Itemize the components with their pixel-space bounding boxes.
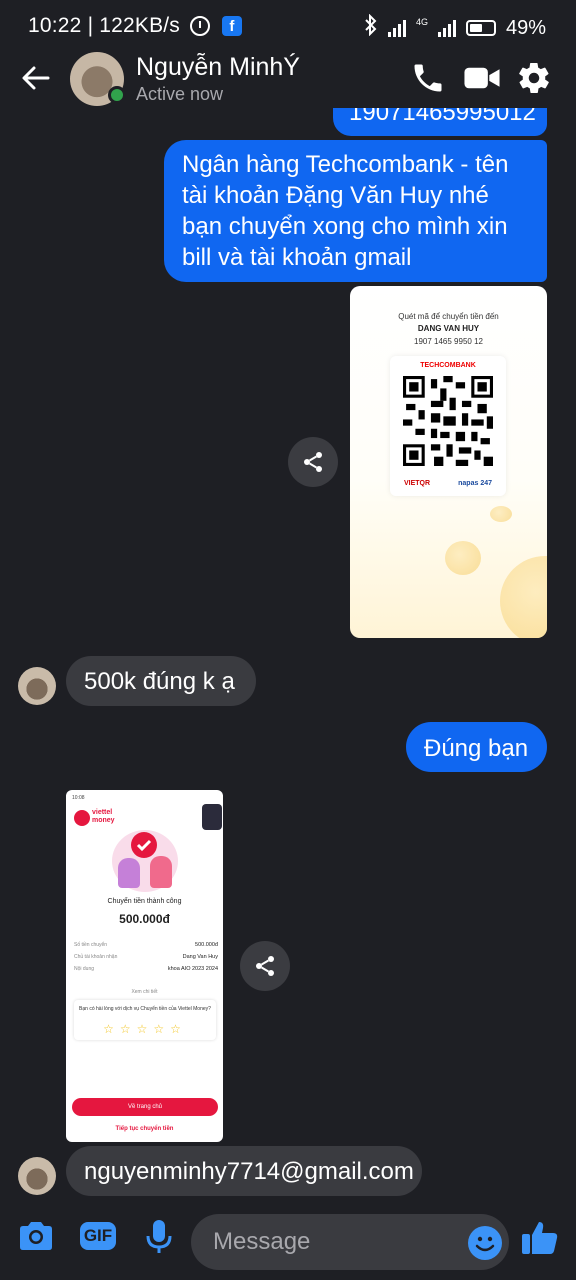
back-arrow-icon[interactable]	[20, 62, 52, 94]
bank-logo: TECHCOMBANK	[420, 362, 476, 369]
receipt-status-bar: 10:08	[72, 795, 85, 801]
receipt-row: Số tiền chuyển 500.000đ	[74, 942, 218, 948]
status-left: 10:22 | 122KB/s f	[28, 14, 243, 38]
message-input[interactable]	[191, 1214, 509, 1270]
outgoing-message-partial[interactable]: 19071465995012	[333, 108, 547, 136]
battery-icon	[465, 20, 496, 36]
qr-instruction: Quét mã để chuyển tiền đến	[398, 312, 499, 321]
network-type: 4G	[415, 16, 428, 27]
rating-stars: ☆☆☆☆☆	[103, 1022, 187, 1036]
message-composer: GIF	[0, 1202, 576, 1280]
status-right: 4G 49%	[364, 13, 546, 42]
napas-logo: napas 247	[458, 480, 492, 487]
message-text: 19071465995012	[349, 108, 536, 126]
qr-frame: TECHCOMBANK VIETQR napas 247	[390, 356, 506, 496]
signal-icon	[387, 19, 406, 37]
receipt-survey: Bạn có hài lòng với dịch vụ Chuyển tiền …	[74, 1000, 216, 1040]
video-call-icon[interactable]	[463, 60, 500, 96]
receipt-row: Chủ tài khoản nhận Dang Van Huy	[74, 954, 218, 960]
status-time: 10:22	[28, 14, 82, 37]
qr-code-image[interactable]: Quét mã để chuyển tiền đến DANG VAN HUY …	[350, 286, 547, 638]
phone-call-icon[interactable]	[410, 60, 446, 96]
message-line: bill và tài khoản gmail	[182, 244, 412, 271]
message-line: bạn chuyển xong cho mình xin	[182, 213, 508, 240]
viettel-money-brand: viettel money	[92, 809, 115, 824]
incoming-message[interactable]: nguyenminhy7714@gmail.com	[66, 1146, 422, 1196]
survey-text: Bạn có hài lòng với dịch vụ Chuyển tiền …	[79, 1006, 211, 1012]
emoji-icon[interactable]	[468, 1226, 502, 1260]
coin-decoration	[500, 556, 547, 638]
status-speed: 122KB/s	[99, 14, 181, 37]
bluetooth-icon	[364, 13, 378, 42]
qr-account-name: DANG VAN HUY	[417, 324, 480, 333]
camera-icon[interactable]	[16, 1216, 56, 1256]
alarm-icon	[190, 16, 211, 36]
contact-avatar-small[interactable]	[18, 667, 56, 705]
battery-level: 49%	[505, 16, 546, 39]
illustration-person	[118, 858, 140, 888]
receipt-success-text: Chuyển tiền thành công	[107, 898, 182, 905]
receipt-continue-link: Tiếp tục chuyển tiền	[115, 1126, 174, 1132]
share-icon	[256, 956, 274, 976]
message-text: 500k đúng k ạ	[84, 668, 235, 695]
contact-name[interactable]: Nguyễn MinhÝ	[136, 53, 300, 82]
signal-icon-2	[437, 19, 456, 37]
message-line: Ngân hàng Techcombank - tên	[182, 151, 509, 178]
share-icon	[304, 452, 322, 472]
gif-label: GIF	[83, 1226, 113, 1245]
promo-badge	[202, 804, 222, 830]
contact-avatar-small[interactable]	[18, 1157, 56, 1195]
illustration-person	[150, 856, 172, 888]
receipt-home-button: Về trang chủ	[72, 1098, 218, 1116]
viettel-money-logo-icon	[74, 810, 90, 826]
online-indicator	[108, 86, 126, 104]
qr-code	[403, 376, 493, 466]
settings-gear-icon[interactable]	[516, 60, 552, 96]
microphone-icon[interactable]	[139, 1216, 179, 1256]
transfer-receipt-image[interactable]: 10:08 viettel money Chuyển tiền thành cô…	[66, 790, 223, 1142]
receipt-more-link: Xem chi tiết	[131, 989, 158, 995]
incoming-message[interactable]: 500k đúng k ạ	[66, 656, 256, 706]
share-button[interactable]	[288, 437, 338, 487]
outgoing-message-bank-info[interactable]: Ngân hàng Techcombank - tên tài khoản Đặ…	[164, 140, 547, 282]
outgoing-message[interactable]: Đúng bạn	[406, 722, 547, 772]
message-text: Đúng bạn	[424, 735, 529, 762]
receipt-row: Nội dung khoa AIO 2023 2024	[74, 966, 218, 972]
status-bar: 10:22 | 122KB/s f 4G 49%	[0, 0, 576, 54]
like-thumbs-up-icon[interactable]	[520, 1218, 560, 1258]
share-button[interactable]	[240, 941, 290, 991]
coin-decoration	[445, 541, 481, 575]
coin-decoration	[490, 506, 512, 522]
facebook-notification-icon: f	[222, 16, 243, 36]
qr-account-number: 1907 1465 9950 12	[414, 337, 483, 346]
vietqr-logo: VIETQR	[404, 480, 431, 487]
message-line: tài khoản Đặng Văn Huy nhé	[182, 182, 489, 209]
message-text: nguyenminhy7714@gmail.com	[84, 1158, 414, 1185]
receipt-amount: 500.000đ	[119, 912, 170, 926]
contact-status: Active now	[136, 84, 224, 104]
chat-header: Nguyễn MinhÝ Active now	[0, 52, 576, 110]
check-icon	[131, 832, 157, 858]
gif-button[interactable]: GIF	[78, 1216, 118, 1256]
